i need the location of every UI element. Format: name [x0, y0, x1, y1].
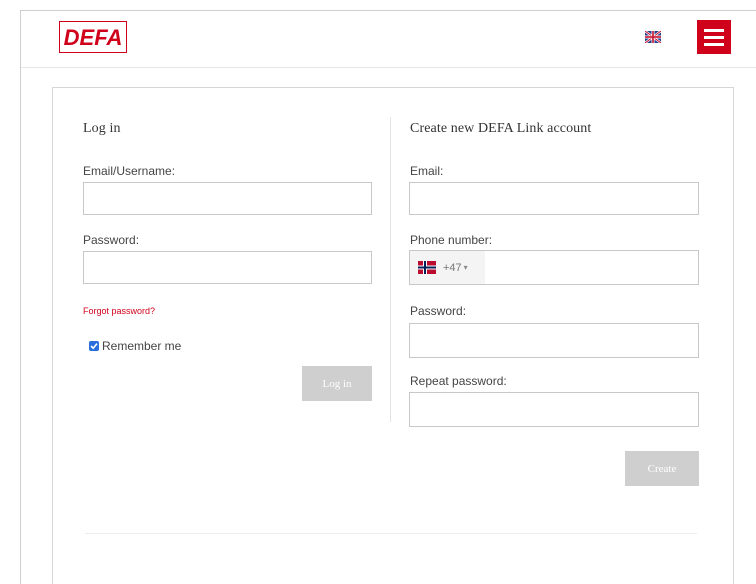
register-title: Create new DEFA Link account [410, 121, 592, 136]
hamburger-menu-icon[interactable] [697, 20, 731, 54]
footer-divider [85, 533, 697, 534]
login-email-label: Email/Username: [83, 164, 176, 178]
register-email-input[interactable] [409, 182, 699, 215]
login-title: Log in [83, 121, 121, 136]
phone-number-field: +47 ▾ [409, 250, 699, 285]
remember-me-label: Remember me [102, 339, 182, 353]
top-header: DEFA [21, 11, 756, 68]
phone-number-label: Phone number: [410, 233, 493, 247]
login-email-input[interactable] [83, 182, 372, 215]
chevron-down-icon: ▾ [463, 263, 468, 272]
country-code: +47 [443, 261, 462, 274]
register-password-input[interactable] [409, 323, 699, 358]
repeat-password-label: Repeat password: [410, 374, 507, 388]
repeat-password-input[interactable] [409, 392, 699, 427]
forgot-password-link[interactable]: Forgot password? [83, 306, 155, 316]
logo-text: DEFA [64, 25, 123, 50]
remember-me-checkbox[interactable]: Remember me [89, 339, 181, 353]
defa-logo[interactable]: DEFA [58, 20, 128, 54]
register-password-label: Password: [410, 304, 467, 318]
login-button[interactable]: Log in [302, 366, 372, 401]
login-password-input[interactable] [83, 251, 372, 284]
norway-flag-icon [418, 261, 436, 274]
login-password-label: Password: [83, 233, 140, 247]
phone-number-input[interactable] [485, 251, 698, 284]
column-divider [390, 117, 391, 422]
register-email-label: Email: [410, 164, 444, 178]
uk-flag-icon[interactable] [644, 30, 662, 44]
checkbox-checked-icon[interactable] [89, 341, 99, 351]
country-code-select[interactable]: +47 ▾ [410, 251, 485, 284]
create-account-button[interactable]: Create [625, 451, 699, 486]
